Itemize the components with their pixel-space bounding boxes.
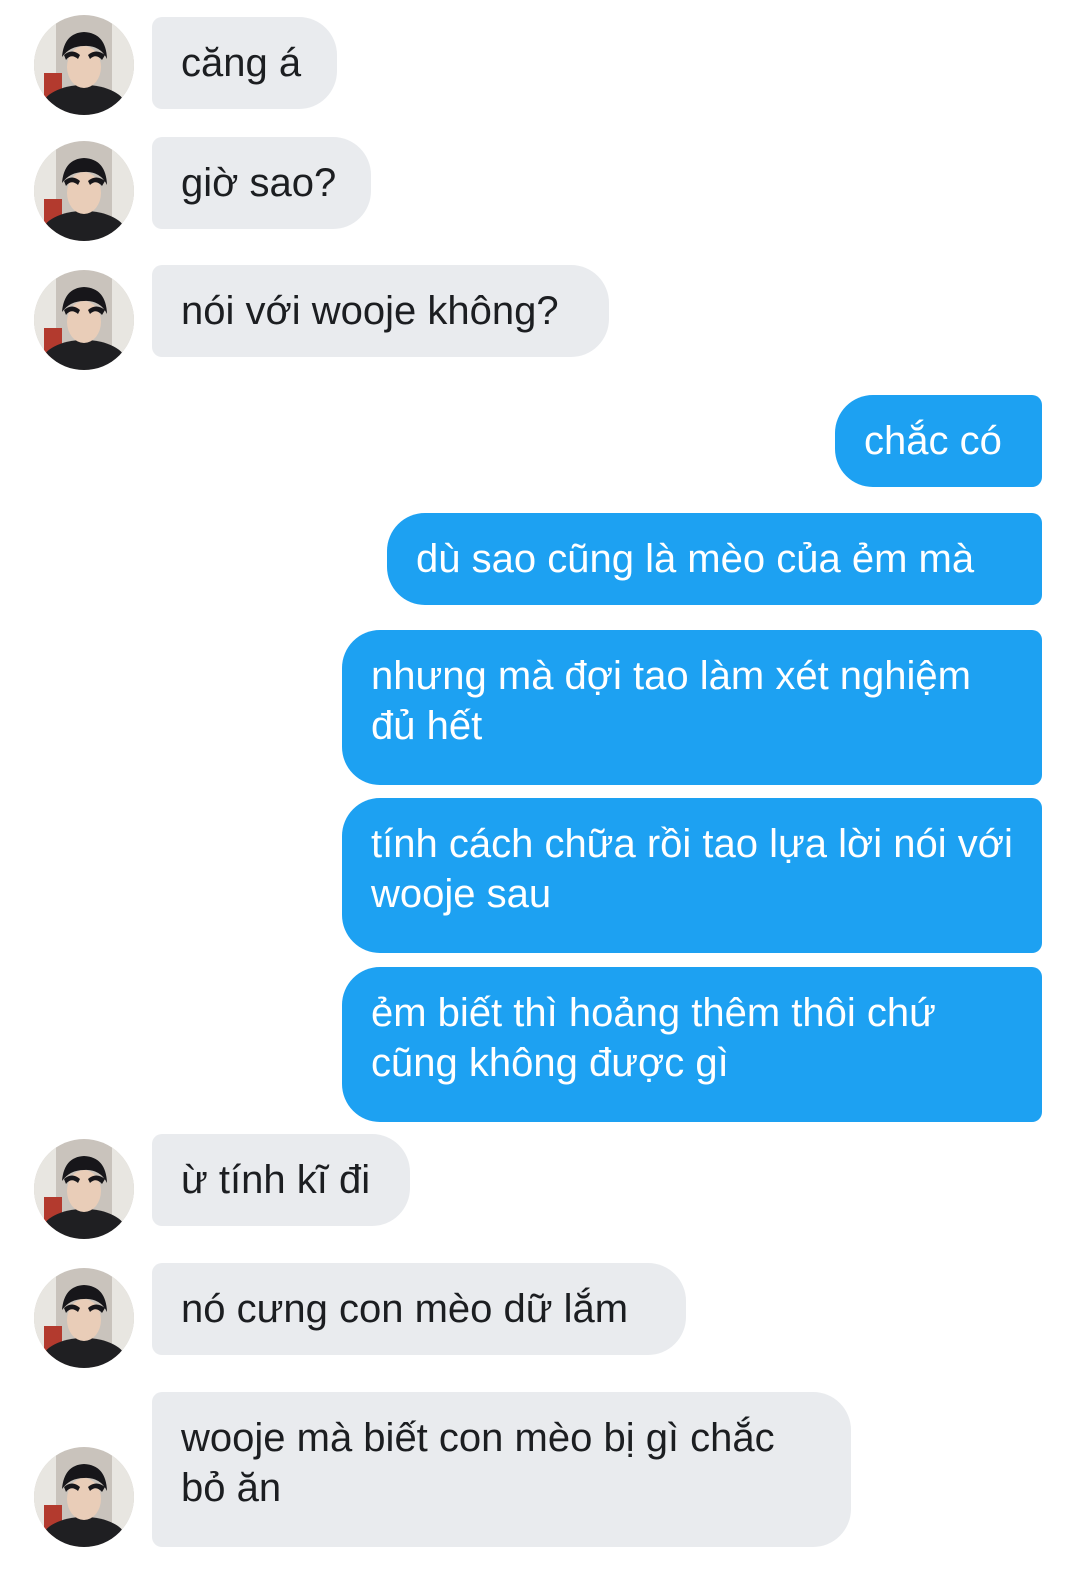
outgoing-message[interactable]: nhưng mà đợi tao làm xét nghiệm đủ hết <box>342 630 1042 785</box>
incoming-message[interactable]: ừ tính kĩ đi <box>152 1134 410 1226</box>
outgoing-message[interactable]: chắc có <box>835 395 1042 487</box>
avatar-photo-icon <box>34 270 134 370</box>
contact-avatar[interactable] <box>34 141 134 241</box>
outgoing-message[interactable]: ẻm biết thì hoảng thêm thôi chứ cũng khô… <box>342 967 1042 1122</box>
contact-avatar[interactable] <box>34 15 134 115</box>
contact-avatar[interactable] <box>34 1447 134 1547</box>
outgoing-message[interactable]: dù sao cũng là mèo của ẻm mà <box>387 513 1042 605</box>
avatar-photo-icon <box>34 15 134 115</box>
avatar-photo-icon <box>34 141 134 241</box>
contact-avatar[interactable] <box>34 270 134 370</box>
incoming-message[interactable]: nói với wooje không? <box>152 265 609 357</box>
contact-avatar[interactable] <box>34 1268 134 1368</box>
incoming-message[interactable]: căng á <box>152 17 337 109</box>
avatar-photo-icon <box>34 1139 134 1239</box>
contact-avatar[interactable] <box>34 1139 134 1239</box>
incoming-message[interactable]: nó cưng con mèo dữ lắm <box>152 1263 686 1355</box>
avatar-photo-icon <box>34 1268 134 1368</box>
incoming-message[interactable]: wooje mà biết con mèo bị gì chắc bỏ ăn <box>152 1392 851 1547</box>
incoming-message[interactable]: giờ sao? <box>152 137 371 229</box>
chat-thread: căng á giờ sao? nói với wooje không? chắ… <box>0 0 1080 1574</box>
avatar-photo-icon <box>34 1447 134 1547</box>
outgoing-message[interactable]: tính cách chữa rồi tao lựa lời nói với w… <box>342 798 1042 953</box>
